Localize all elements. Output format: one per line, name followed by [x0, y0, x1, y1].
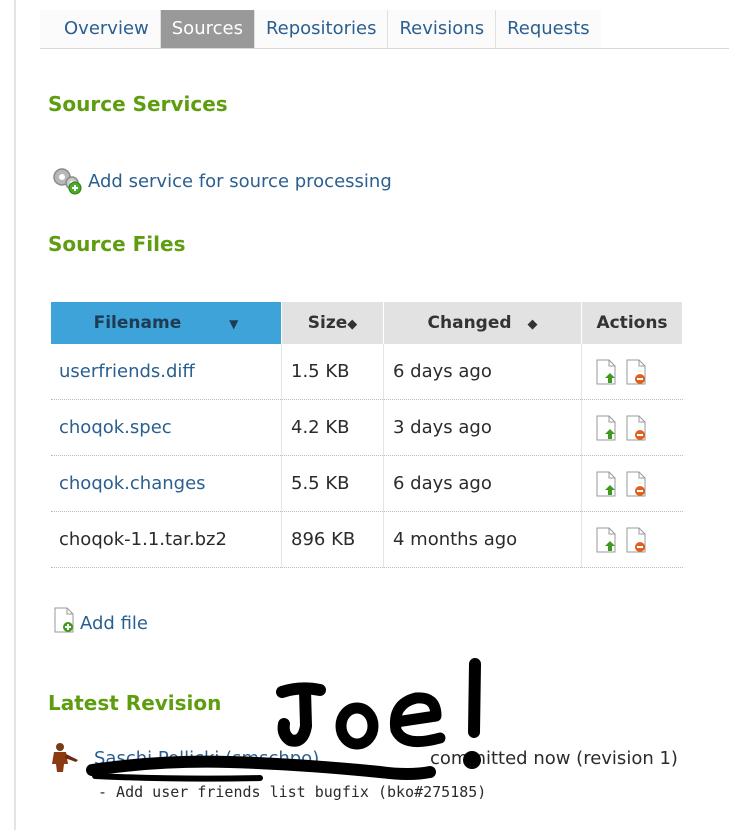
file-link[interactable]: choqok.changes [59, 473, 206, 494]
source-services-heading: Source Services [48, 92, 228, 116]
changed-column-header[interactable]: Changed ◆ [383, 302, 582, 344]
latest-revision-heading: Latest Revision [48, 691, 222, 715]
tab-revisions[interactable]: Revisions [387, 10, 496, 48]
changed-header-label: Changed [427, 313, 512, 333]
revision-summary: Saschi Pollicki (smschpo) committed now … [48, 736, 729, 776]
add-service-label[interactable]: Add service for source processing [88, 171, 392, 192]
actions-header-label: Actions [596, 313, 668, 333]
sort-descending-icon: ▼ [229, 317, 239, 331]
tab-sources[interactable]: Sources [159, 10, 254, 48]
delete-file-icon[interactable] [624, 358, 648, 386]
update-file-icon[interactable] [594, 414, 618, 442]
tab-overview[interactable]: Overview [40, 10, 160, 48]
sort-icon: ◆ [347, 317, 358, 332]
delete-file-icon[interactable] [624, 414, 648, 442]
size-header-label: Size [307, 313, 348, 333]
author-link[interactable]: Saschi Pollicki (smschpo) [94, 748, 319, 769]
table-row: choqok-1.1.tar.bz2 896 KB 4 months ago [51, 511, 683, 568]
commit-message: - Add user friends list bugfix (bko#2751… [98, 783, 487, 801]
file-changed: 6 days ago [383, 344, 582, 400]
file-size: 896 KB [281, 511, 384, 568]
add-file-icon [54, 607, 74, 633]
table-row: choqok.changes 5.5 KB 6 days ago [51, 455, 683, 512]
file-changed: 6 days ago [383, 455, 582, 512]
add-file-label[interactable]: Add file [80, 613, 148, 634]
add-file-link[interactable]: Add file [52, 606, 148, 634]
table-header-row: Filename ▼ Size◆ Changed ◆ Actions [51, 302, 683, 344]
left-border [14, 0, 16, 830]
size-column-header[interactable]: Size◆ [281, 302, 384, 344]
file-changed: 3 days ago [383, 399, 582, 456]
file-changed: 4 months ago [383, 511, 582, 568]
delete-file-icon[interactable] [624, 526, 648, 554]
file-link[interactable]: choqok.spec [59, 417, 172, 438]
file-size: 1.5 KB [281, 344, 384, 400]
file-name: choqok-1.1.tar.bz2 [59, 529, 227, 550]
update-file-icon[interactable] [594, 470, 618, 498]
tab-bar: Overview Sources Repositories Revisions … [40, 10, 729, 49]
gears-add-icon [53, 168, 82, 195]
delete-file-icon[interactable] [624, 470, 648, 498]
tab-repositories[interactable]: Repositories [253, 10, 388, 48]
table-row: choqok.spec 4.2 KB 3 days ago [51, 399, 683, 456]
sort-icon: ◆ [527, 317, 538, 332]
update-file-icon[interactable] [594, 358, 618, 386]
source-files-table: Filename ▼ Size◆ Changed ◆ Actions userf… [51, 302, 683, 568]
tab-requests[interactable]: Requests [495, 10, 601, 48]
table-row: userfriends.diff 1.5 KB 6 days ago [51, 344, 683, 400]
file-size: 5.5 KB [281, 455, 384, 512]
commit-status: committed now (revision 1) [430, 748, 678, 769]
source-files-heading: Source Files [48, 232, 186, 256]
file-link[interactable]: userfriends.diff [59, 361, 195, 382]
filename-column-header[interactable]: Filename ▼ [51, 302, 282, 344]
add-service-link[interactable]: Add service for source processing [48, 166, 392, 196]
file-size: 4.2 KB [281, 399, 384, 456]
update-file-icon[interactable] [594, 526, 618, 554]
filename-header-label: Filename [93, 313, 182, 333]
actions-column-header: Actions [581, 302, 683, 344]
avatar [48, 742, 82, 772]
